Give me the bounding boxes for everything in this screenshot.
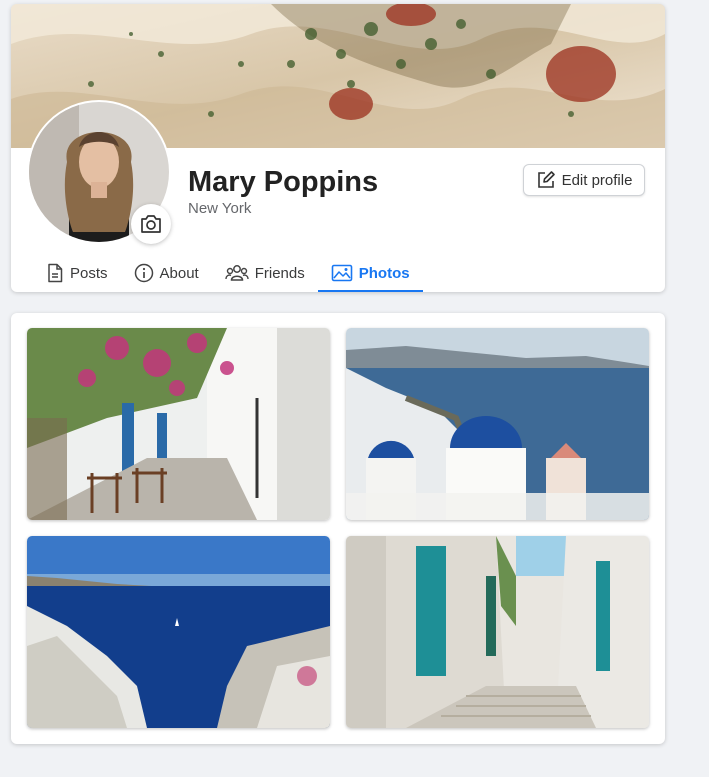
tab-label: About bbox=[159, 264, 199, 282]
change-avatar-button[interactable] bbox=[131, 204, 171, 244]
photo-thumbnail[interactable] bbox=[346, 328, 649, 520]
tab-friends[interactable]: Friends bbox=[212, 256, 318, 292]
profile-tabs: Posts About Friends Photos bbox=[33, 256, 423, 292]
edit-profile-button[interactable]: Edit profile bbox=[523, 164, 645, 196]
info-icon bbox=[134, 263, 153, 283]
photo-thumbnail[interactable] bbox=[346, 536, 649, 728]
tab-about[interactable]: About bbox=[121, 256, 212, 292]
friends-icon bbox=[225, 265, 249, 281]
tab-label: Posts bbox=[70, 264, 108, 282]
photo-thumbnail[interactable] bbox=[27, 536, 330, 728]
document-icon bbox=[48, 263, 63, 283]
tab-label: Photos bbox=[358, 264, 410, 282]
camera-icon bbox=[141, 215, 161, 233]
edit-profile-label: Edit profile bbox=[561, 171, 633, 189]
profile-card: Mary Poppins New York Edit profile Posts… bbox=[11, 4, 665, 292]
profile-location: New York bbox=[188, 200, 252, 217]
photos-card bbox=[11, 313, 665, 744]
image-icon bbox=[331, 264, 353, 282]
edit-icon bbox=[537, 171, 555, 188]
photo-thumbnail[interactable] bbox=[27, 328, 330, 520]
tab-photos[interactable]: Photos bbox=[317, 256, 423, 292]
tab-label: Friends bbox=[254, 264, 305, 282]
profile-name: Mary Poppins bbox=[188, 166, 379, 198]
tab-posts[interactable]: Posts bbox=[33, 256, 121, 292]
